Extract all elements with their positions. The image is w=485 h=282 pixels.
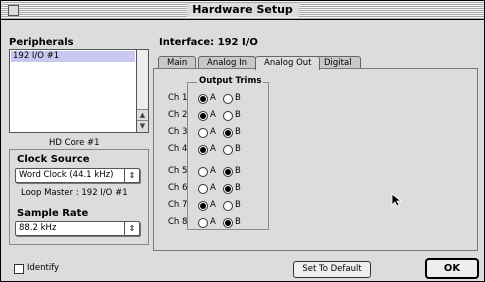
set-to-default-button[interactable]: Set To Default xyxy=(293,261,371,278)
scroll-down-arrow-icon[interactable]: ▼ xyxy=(137,120,148,132)
mouse-pointer-icon xyxy=(391,193,403,207)
radio-a-label: A xyxy=(210,93,216,103)
title-bar[interactable]: Hardware Setup xyxy=(1,1,484,20)
trim-row: Ch 4 A B xyxy=(168,144,268,155)
radio-a[interactable] xyxy=(198,145,208,155)
popup-arrows-icon: ⇕ xyxy=(124,222,139,235)
trim-row: Ch 1 A B xyxy=(168,93,268,104)
trim-row: Ch 6 A B xyxy=(168,183,268,194)
peripherals-list[interactable]: 192 I/O #1 ▲ ▼ xyxy=(9,49,149,133)
channel-label: Ch 7 xyxy=(168,200,188,210)
identify-checkbox[interactable] xyxy=(14,264,24,274)
radio-b[interactable] xyxy=(223,218,233,228)
loop-master-text: Loop Master : 192 I/O #1 xyxy=(21,188,128,198)
radio-b[interactable] xyxy=(223,128,233,138)
radio-b[interactable] xyxy=(223,167,233,177)
ok-button[interactable]: OK xyxy=(425,258,479,279)
sample-rate-label: Sample Rate xyxy=(17,208,89,219)
tab-analog-out[interactable]: Analog Out xyxy=(255,56,321,70)
radio-b-label: B xyxy=(235,183,241,193)
radio-a-label: A xyxy=(210,183,216,193)
radio-b-label: B xyxy=(235,110,241,120)
channel-label: Ch 2 xyxy=(168,110,188,120)
radio-a-label: A xyxy=(210,144,216,154)
clock-source-label: Clock Source xyxy=(17,154,90,165)
sample-rate-value: 88.2 kHz xyxy=(19,223,57,233)
radio-b-label: B xyxy=(235,93,241,103)
radio-a-label: A xyxy=(210,127,216,137)
radio-a[interactable] xyxy=(198,128,208,138)
peripherals-list-item[interactable]: 192 I/O #1 xyxy=(11,51,135,62)
channel-label: Ch 1 xyxy=(168,93,188,103)
close-box[interactable] xyxy=(8,5,19,16)
radio-b-label: B xyxy=(235,144,241,154)
radio-a[interactable] xyxy=(198,167,208,177)
radio-a-label: A xyxy=(210,200,216,210)
radio-b[interactable] xyxy=(223,94,233,104)
radio-a[interactable] xyxy=(198,111,208,121)
radio-a[interactable] xyxy=(198,201,208,211)
radio-b-label: B xyxy=(235,166,241,176)
output-trims-label: Output Trims xyxy=(197,76,264,86)
channel-label: Ch 3 xyxy=(168,127,188,137)
radio-a[interactable] xyxy=(198,184,208,194)
channel-label: Ch 6 xyxy=(168,183,188,193)
radio-b[interactable] xyxy=(223,145,233,155)
radio-a-label: A xyxy=(210,217,216,227)
clock-source-popup[interactable]: Word Clock (44.1 kHz) ⇕ xyxy=(15,168,140,183)
radio-b-label: B xyxy=(235,200,241,210)
radio-a[interactable] xyxy=(198,218,208,228)
sample-rate-popup[interactable]: 88.2 kHz ⇕ xyxy=(15,221,140,236)
clock-source-value: Word Clock (44.1 kHz) xyxy=(19,170,114,180)
radio-b-label: B xyxy=(235,127,241,137)
identify-label: Identify xyxy=(27,263,60,273)
radio-b[interactable] xyxy=(223,111,233,121)
trim-row: Ch 3 A B xyxy=(168,127,268,138)
peripherals-label: Peripherals xyxy=(9,37,74,48)
window-title: Hardware Setup xyxy=(186,3,299,17)
trim-row: Ch 2 A B xyxy=(168,110,268,121)
radio-b-label: B xyxy=(235,217,241,227)
trim-row: Ch 5 A B xyxy=(168,166,268,177)
trim-row: Ch 8 A B xyxy=(168,217,268,228)
radio-a-label: A xyxy=(210,166,216,176)
radio-a[interactable] xyxy=(198,94,208,104)
interface-label: Interface: 192 I/O xyxy=(159,37,258,48)
hardware-setup-window: Hardware Setup Peripherals 192 I/O #1 ▲ … xyxy=(0,0,485,282)
hd-core-caption: HD Core #1 xyxy=(49,138,100,148)
channel-label: Ch 8 xyxy=(168,217,188,227)
radio-b[interactable] xyxy=(223,184,233,194)
radio-a-label: A xyxy=(210,110,216,120)
radio-b[interactable] xyxy=(223,201,233,211)
channel-label: Ch 5 xyxy=(168,166,188,176)
trim-row: Ch 7 A B xyxy=(168,200,268,211)
peripherals-scrollbar[interactable]: ▲ ▼ xyxy=(136,50,148,132)
channel-label: Ch 4 xyxy=(168,144,188,154)
popup-arrows-icon: ⇕ xyxy=(124,169,139,182)
